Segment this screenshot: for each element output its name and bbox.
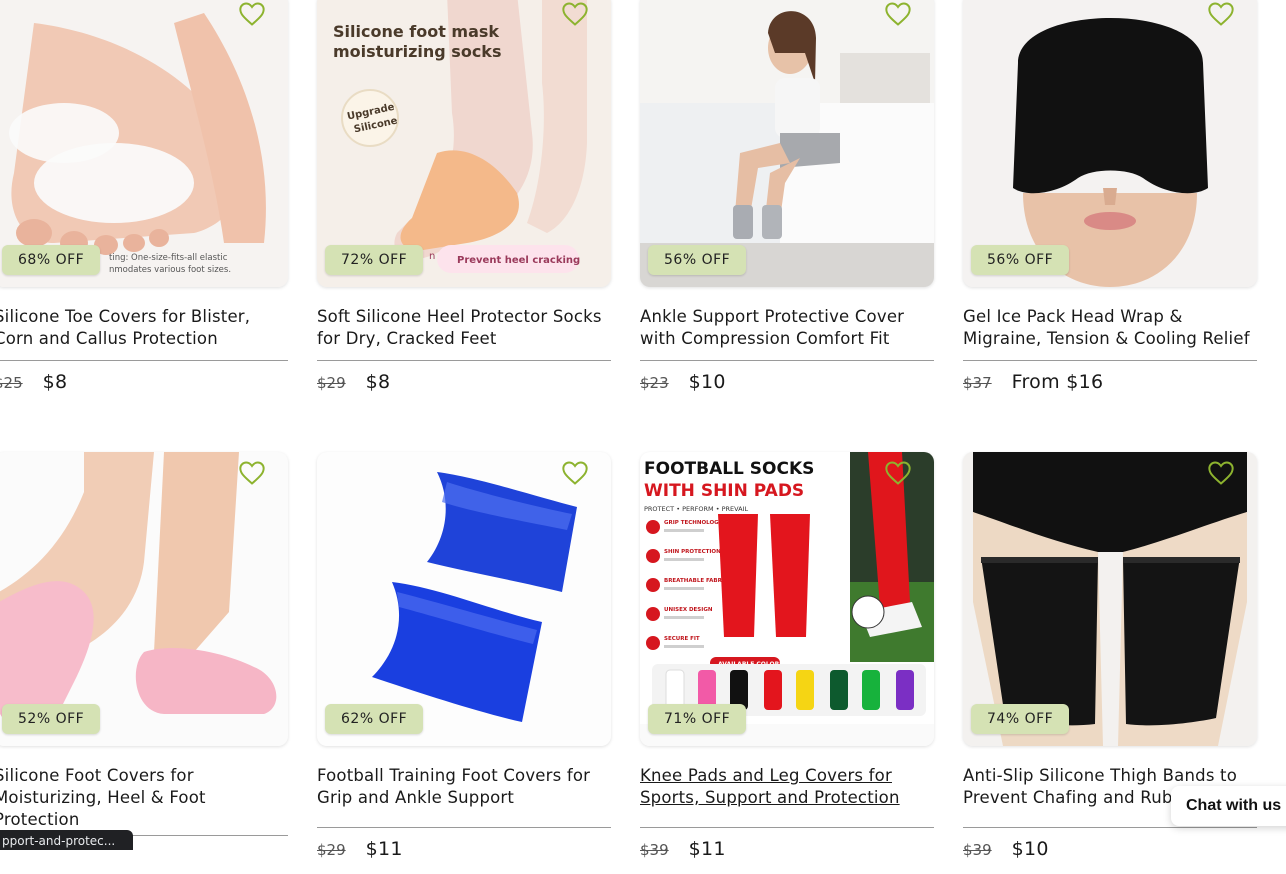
svg-text:UNISEX DESIGN: UNISEX DESIGN xyxy=(664,607,713,613)
wishlist-heart-icon[interactable] xyxy=(1207,460,1235,486)
price-row: $29 $11 xyxy=(317,838,611,866)
discount-badge: 71% OFF xyxy=(648,704,747,734)
heel-socks-photo: Silicone foot mask moisturizing socks Up… xyxy=(317,0,611,287)
chat-with-us-button[interactable]: Chat with us xyxy=(1171,786,1286,826)
price-row: $29 $8 xyxy=(317,371,611,399)
product-image[interactable]: FOOTBALL SOCKS WITH SHIN PADS PROTECT • … xyxy=(640,452,934,746)
price-row: $37 From $16 xyxy=(963,371,1257,399)
wishlist-heart-icon[interactable] xyxy=(561,1,589,27)
svg-text:FOOTBALL SOCKS: FOOTBALL SOCKS xyxy=(644,459,814,479)
product-image[interactable]: ting: One-size-fits-all elastic nmodates… xyxy=(0,0,288,287)
wishlist-heart-icon[interactable] xyxy=(238,460,266,486)
product-title[interactable]: Football Training Foot Covers for Grip a… xyxy=(317,765,611,828)
product-image[interactable]: 74% OFF xyxy=(963,452,1257,746)
svg-text:PROTECT • PERFORM • PREVAIL: PROTECT • PERFORM • PREVAIL xyxy=(644,505,749,513)
product-card[interactable]: FOOTBALL SOCKS WITH SHIN PADS PROTECT • … xyxy=(640,452,934,866)
discount-badge: 72% OFF xyxy=(325,245,424,275)
compare-at-price: $39 xyxy=(640,841,669,859)
ice-head-wrap-photo xyxy=(963,0,1257,287)
discount-badge: 68% OFF xyxy=(2,245,101,275)
discount-badge: 74% OFF xyxy=(971,704,1070,734)
sale-price: $10 xyxy=(1011,838,1049,860)
sale-price: From $16 xyxy=(1011,371,1104,393)
sale-price: $11 xyxy=(688,838,726,860)
compare-at-price: $29 xyxy=(317,374,346,392)
product-card[interactable]: 56% OFF Gel Ice Pack Head Wrap & Migrain… xyxy=(963,0,1257,399)
product-card[interactable]: 62% OFF Football Training Foot Covers fo… xyxy=(317,452,611,866)
product-title[interactable]: Gel Ice Pack Head Wrap & Migraine, Tensi… xyxy=(963,306,1257,361)
product-image[interactable]: 62% OFF xyxy=(317,452,611,746)
compare-at-price: $39 xyxy=(963,841,992,859)
price-row: $23 $10 xyxy=(640,371,934,399)
product-title[interactable]: Silicone Toe Covers for Blister, Corn an… xyxy=(0,306,288,361)
svg-text:moisturizing socks: moisturizing socks xyxy=(333,42,501,61)
svg-text:SHIN PROTECTION: SHIN PROTECTION xyxy=(664,549,721,555)
price-row xyxy=(0,846,288,874)
svg-text:WITH SHIN PADS: WITH SHIN PADS xyxy=(644,481,804,501)
compare-at-price: $37 xyxy=(963,374,992,392)
price-row: $25 $8 xyxy=(0,371,288,399)
compare-at-price: $23 xyxy=(640,374,669,392)
foot-covers-photo xyxy=(0,452,288,746)
discount-badge: 56% OFF xyxy=(648,245,747,275)
discount-badge: 52% OFF xyxy=(2,704,101,734)
product-card[interactable]: 56% OFF Ankle Support Protective Cover w… xyxy=(640,0,934,399)
product-card[interactable]: 52% OFF Silicone Foot Covers for Moistur… xyxy=(0,452,288,874)
product-card[interactable]: Silicone foot mask moisturizing socks Up… xyxy=(317,0,611,399)
discount-badge: 62% OFF xyxy=(325,704,424,734)
svg-text:nmodates various foot sizes.: nmodates various foot sizes. xyxy=(109,265,231,275)
wishlist-heart-icon[interactable] xyxy=(238,1,266,27)
wishlist-heart-icon[interactable] xyxy=(561,460,589,486)
compare-at-price: $29 xyxy=(317,841,346,859)
svg-text:n: n xyxy=(429,251,435,262)
thigh-bands-photo xyxy=(963,452,1257,746)
product-image[interactable]: 56% OFF xyxy=(963,0,1257,287)
svg-text:Prevent heel cracking: Prevent heel cracking xyxy=(457,255,580,266)
price-row: $39 $10 xyxy=(963,838,1257,866)
sale-price: $8 xyxy=(365,371,391,393)
svg-text:GRIP TECHNOLOGY: GRIP TECHNOLOGY xyxy=(664,520,724,526)
product-title[interactable]: Knee Pads and Leg Covers for Sports, Sup… xyxy=(640,765,934,828)
wishlist-heart-icon[interactable] xyxy=(884,1,912,27)
football-socks-infographic: FOOTBALL SOCKS WITH SHIN PADS PROTECT • … xyxy=(640,452,934,746)
product-title[interactable]: Ankle Support Protective Cover with Comp… xyxy=(640,306,934,361)
svg-text:BREATHABLE FABRIC: BREATHABLE FABRIC xyxy=(664,578,728,584)
sale-price: $11 xyxy=(365,838,403,860)
product-image[interactable]: 56% OFF xyxy=(640,0,934,287)
product-card[interactable]: ting: One-size-fits-all elastic nmodates… xyxy=(0,0,288,399)
blue-foot-covers-photo xyxy=(317,452,611,746)
svg-text:ting: One-size-fits-all elasti: ting: One-size-fits-all elastic xyxy=(109,253,228,263)
wishlist-heart-icon[interactable] xyxy=(884,460,912,486)
product-title[interactable]: Soft Silicone Heel Protector Socks for D… xyxy=(317,306,611,361)
compare-at-price: $25 xyxy=(0,374,23,392)
discount-badge: 56% OFF xyxy=(971,245,1070,275)
price-row: $39 $11 xyxy=(640,838,934,866)
product-image[interactable]: Silicone foot mask moisturizing socks Up… xyxy=(317,0,611,287)
sale-price: $10 xyxy=(688,371,726,393)
product-title[interactable]: Silicone Foot Covers for Moisturizing, H… xyxy=(0,765,288,836)
link-status-url: pport-and-protec... xyxy=(0,830,133,850)
wishlist-heart-icon[interactable] xyxy=(1207,1,1235,27)
ankle-support-photo xyxy=(640,0,934,287)
svg-text:SECURE FIT: SECURE FIT xyxy=(664,636,700,642)
sale-price: $8 xyxy=(42,371,68,393)
product-image[interactable]: 52% OFF xyxy=(0,452,288,746)
toe-covers-photo: ting: One-size-fits-all elastic nmodates… xyxy=(0,0,288,287)
svg-text:Silicone foot mask: Silicone foot mask xyxy=(333,22,499,41)
